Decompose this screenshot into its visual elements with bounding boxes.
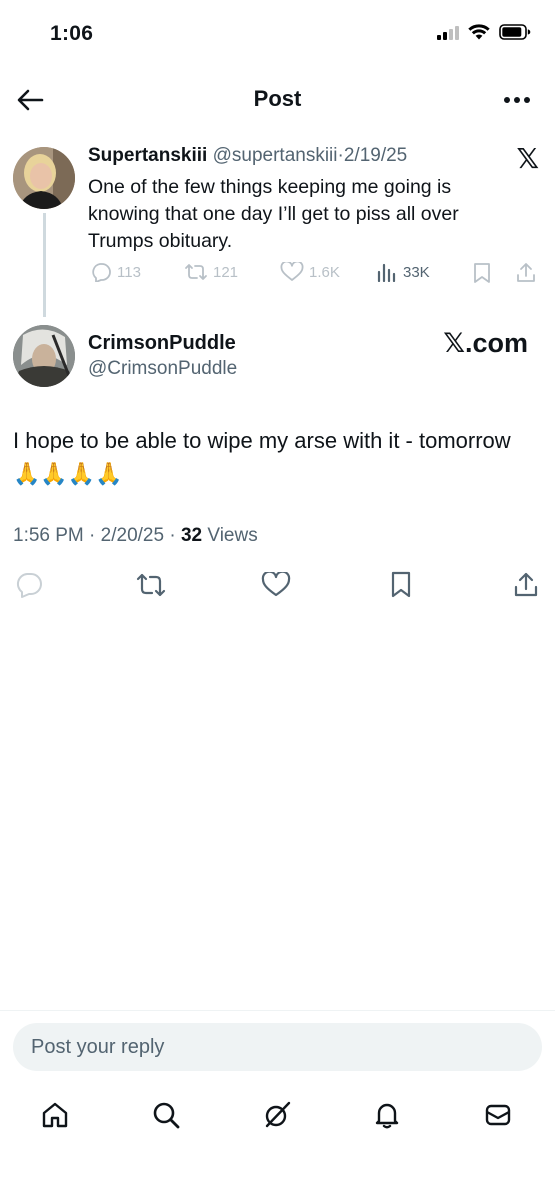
x-logo-icon: 𝕏 [443, 328, 465, 359]
analytics-icon [377, 263, 396, 282]
repost-icon [136, 573, 166, 597]
grok-icon [265, 1101, 291, 1128]
more-options-button[interactable] [499, 84, 535, 116]
share-icon [514, 572, 538, 597]
author-name[interactable]: CrimsonPuddle [88, 332, 236, 355]
x-com-watermark: 𝕏.com [443, 328, 528, 359]
post-time: 1:56 PM [13, 525, 84, 546]
tab-search[interactable] [146, 1095, 186, 1135]
bottom-tab-bar [0, 1095, 555, 1139]
tab-home[interactable] [35, 1095, 75, 1135]
share-button[interactable] [509, 568, 543, 602]
meta-separator: · [89, 525, 96, 546]
status-bar: 1:06 [0, 0, 555, 70]
avatar-image [13, 147, 75, 209]
post-body: I hope to be able to wipe my arse with i… [13, 428, 511, 453]
tab-grok[interactable] [257, 1095, 297, 1135]
quoted-post-actions: 113 121 1.6K 33K [88, 262, 543, 292]
quoted-repost-action[interactable]: 121 [184, 262, 238, 282]
avatar-supertanskiii[interactable] [13, 147, 75, 209]
heart-icon [280, 262, 304, 281]
share-icon [517, 263, 535, 282]
meta-separator: · [169, 525, 176, 546]
status-time: 1:06 [50, 22, 94, 45]
quoted-author-handle[interactable]: @supertanskiii [213, 145, 338, 166]
quoted-bookmark-action[interactable] [472, 262, 492, 284]
notifications-icon [375, 1103, 399, 1129]
post-date: 2/20/25 [100, 525, 165, 546]
quoted-share-action[interactable] [515, 262, 537, 284]
reply-button[interactable] [12, 568, 46, 602]
quoted-views-action[interactable]: 33K [376, 262, 430, 282]
thread-connector-line [43, 213, 46, 317]
tab-messages[interactable] [478, 1095, 518, 1135]
reply-input[interactable] [13, 1023, 542, 1071]
bookmark-button[interactable] [384, 568, 418, 602]
quoted-author-name[interactable]: Supertanskiii [88, 145, 207, 166]
post-actions [0, 568, 555, 604]
home-icon [42, 1102, 68, 1128]
avatar-crimsonpuddle[interactable] [13, 325, 75, 387]
praying-hands-emoji: 🙏🙏🙏🙏 [13, 462, 123, 487]
quoted-post-header: Supertanskiii @supertanskiii·2/19/25 [88, 145, 407, 167]
composer-divider [0, 1010, 555, 1011]
repost-icon [185, 264, 207, 280]
quoted-like-count: 1.6K [309, 263, 340, 281]
bookmark-icon [391, 571, 411, 598]
post-metadata: 1:56 PM · 2/20/25 · 32 Views [13, 525, 258, 547]
heart-icon [261, 572, 291, 597]
page-title: Post [253, 86, 302, 111]
quoted-date: 2/19/25 [343, 145, 408, 166]
cellular-signal-icon [437, 25, 459, 40]
avatar-image [13, 325, 75, 387]
reply-icon [16, 573, 42, 598]
like-button[interactable] [259, 568, 293, 602]
quoted-post-text: One of the few things keeping me going i… [88, 176, 459, 252]
messages-icon [485, 1104, 511, 1126]
quoted-like-action[interactable]: 1.6K [280, 262, 340, 282]
bookmark-icon [474, 263, 490, 283]
repost-button[interactable] [134, 568, 168, 602]
ellipsis-icon [504, 97, 530, 103]
post-text: I hope to be able to wipe my arse with i… [13, 424, 543, 491]
x-com-domain: .com [464, 328, 528, 358]
author-handle[interactable]: @CrimsonPuddle [88, 358, 237, 380]
battery-icon [499, 24, 531, 40]
quoted-reply-count: 113 [117, 263, 141, 281]
quoted-repost-count: 121 [213, 263, 239, 281]
wifi-icon [468, 24, 490, 40]
reply-icon [92, 263, 111, 282]
views-count: 32 [180, 525, 203, 546]
status-icons [437, 24, 531, 40]
post-header: Post [0, 72, 555, 126]
search-icon [153, 1102, 180, 1129]
x-logo-icon: 𝕏 [516, 142, 539, 175]
tab-notifications[interactable] [367, 1095, 407, 1135]
views-label: Views [207, 525, 258, 546]
quoted-reply-action[interactable]: 113 [90, 262, 141, 282]
quoted-views-count: 33K [403, 263, 430, 281]
